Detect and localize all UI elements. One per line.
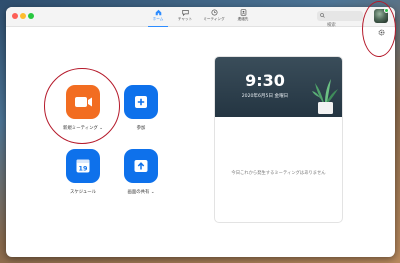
home-icon	[155, 9, 161, 16]
calendar-icon: 19	[76, 159, 90, 173]
minimize-window-button[interactable]	[20, 13, 26, 19]
annotation-circle-new-meeting	[44, 68, 120, 144]
tab-meetings[interactable]: ミーティング	[201, 8, 227, 26]
plus-icon	[135, 96, 147, 108]
search-box[interactable]	[317, 11, 363, 31]
tab-contacts[interactable]: 連絡先	[230, 8, 256, 26]
clock-icon	[210, 9, 218, 16]
chevron-down-icon: ⌄	[150, 190, 155, 195]
tab-chat[interactable]: チャット	[172, 8, 198, 26]
tab-chat-label: チャット	[177, 17, 193, 21]
tab-home-label: ホーム	[152, 17, 164, 21]
annotation-circle-profile	[362, 1, 396, 57]
current-date: 2020年6月5日 金曜日	[241, 94, 289, 99]
tab-home[interactable]: ホーム	[145, 8, 171, 27]
search-input[interactable]	[327, 20, 361, 31]
chat-icon	[181, 10, 189, 16]
join-label[interactable]: 参加	[106, 125, 176, 131]
plant-illustration	[312, 79, 338, 114]
join-button[interactable]	[124, 85, 158, 119]
contacts-icon	[240, 9, 246, 16]
tab-contacts-label: 連絡先	[237, 17, 249, 21]
schedule-button[interactable]: 19	[66, 149, 100, 183]
search-icon	[320, 13, 325, 18]
upcoming-meetings-card: 9:30 2020年6月5日 金曜日 今日これから発生するミーティングはありませ…	[214, 56, 343, 223]
current-time: 9:30	[245, 71, 285, 90]
no-meetings-message: 今日これから発生するミーティングはありません	[231, 171, 326, 176]
tab-meetings-label: ミーティング	[203, 17, 225, 21]
share-screen-button[interactable]	[124, 149, 158, 183]
close-window-button[interactable]	[12, 13, 18, 19]
share-screen-label[interactable]: 画面の共有 ⌄	[106, 189, 176, 195]
share-screen-icon	[134, 160, 148, 172]
title-bar: ホーム チャット ミーティング 連絡先	[6, 7, 395, 31]
maximize-window-button[interactable]	[28, 13, 34, 19]
calendar-day: 19	[79, 164, 88, 172]
card-header: 9:30 2020年6月5日 金曜日	[215, 57, 342, 117]
